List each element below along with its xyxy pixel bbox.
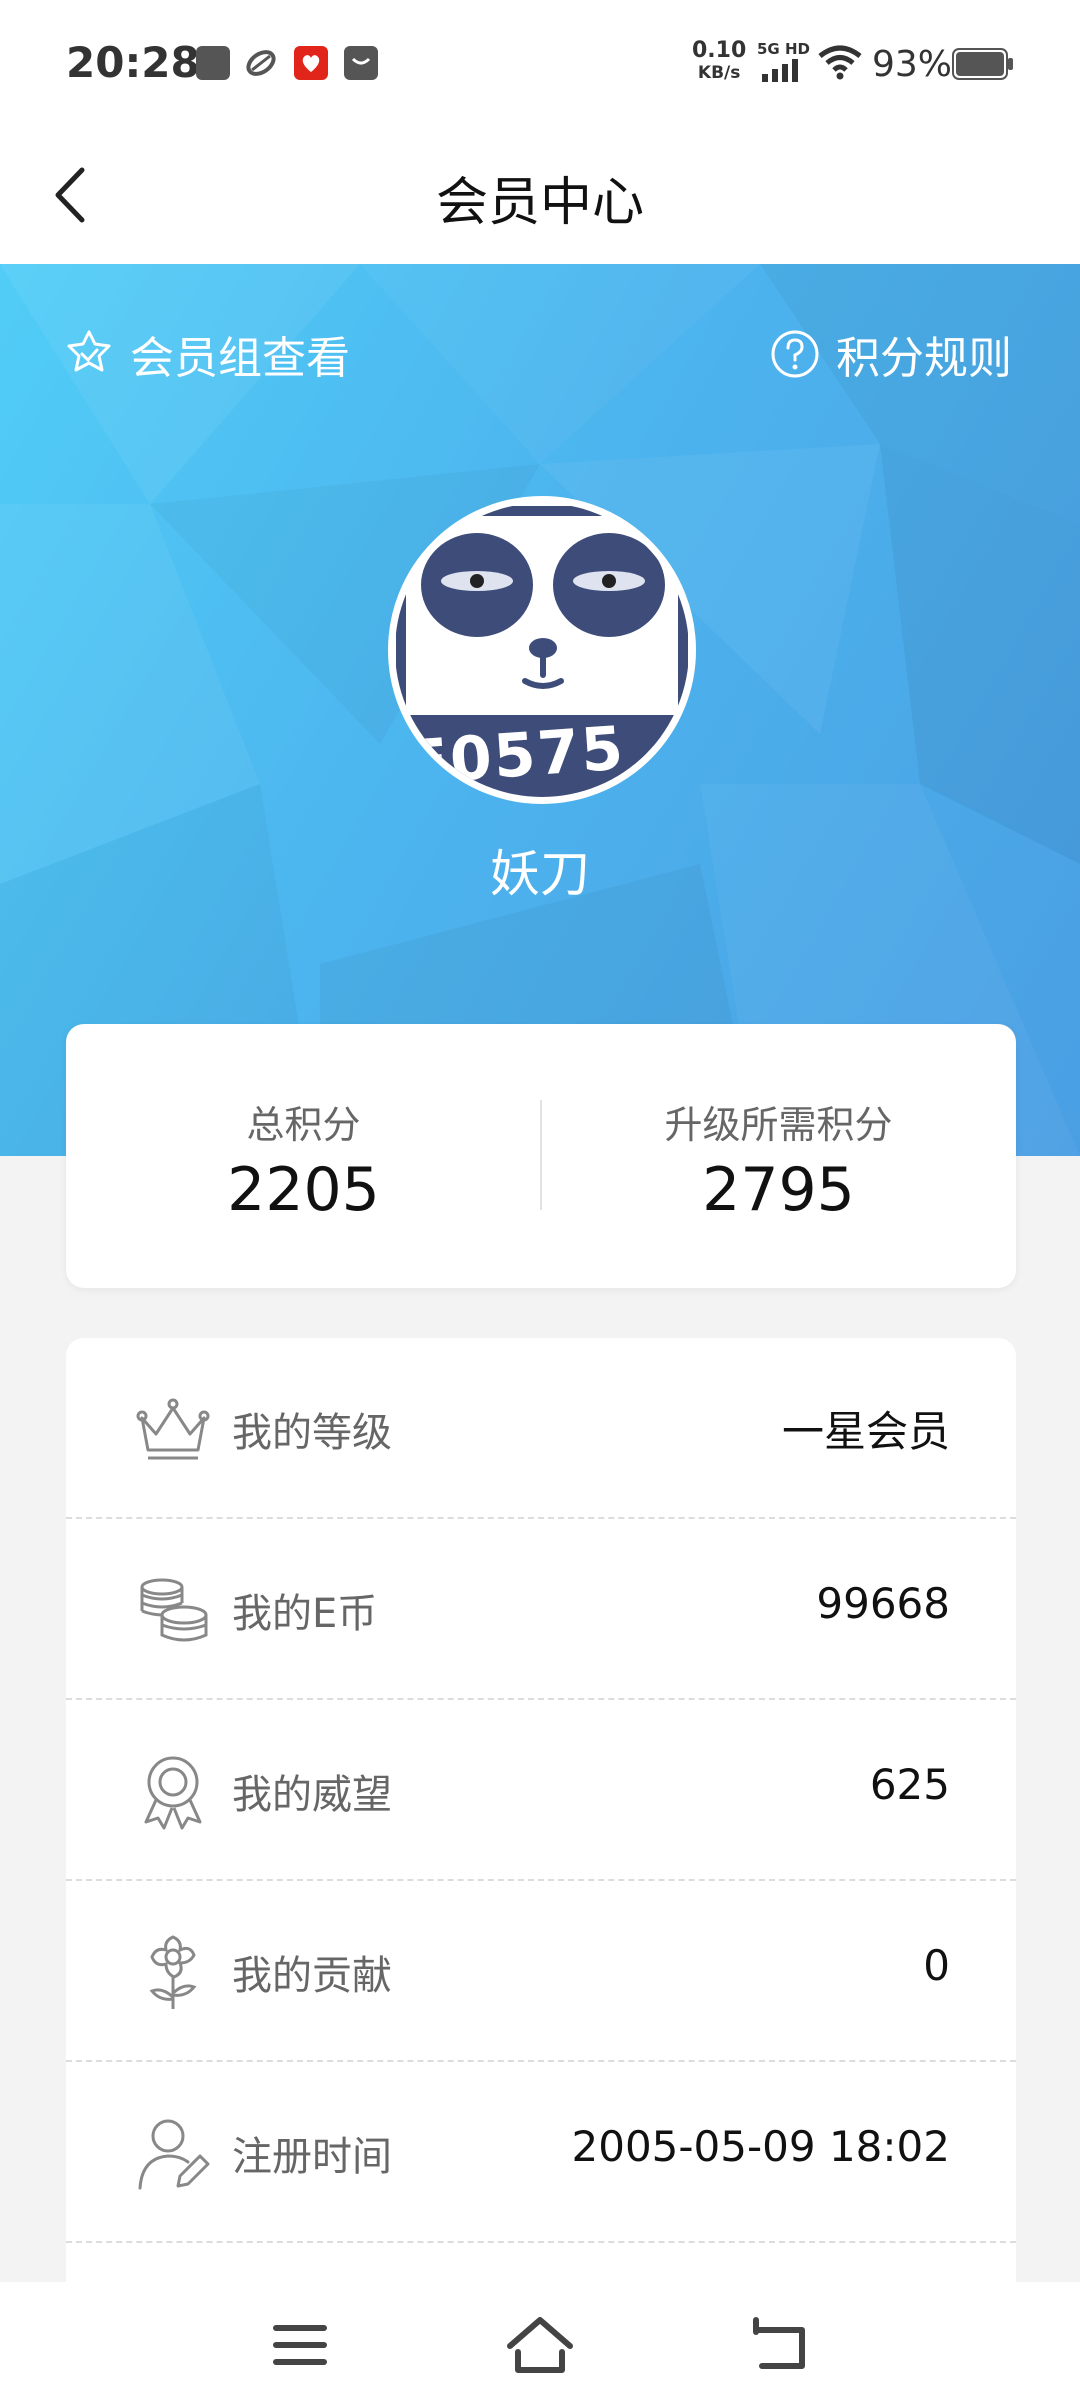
points-summary-card: 总积分 2205 升级所需积分 2795 [66, 1024, 1016, 1288]
total-points-value: 2205 [227, 1155, 380, 1225]
username: 妖刀 [490, 845, 590, 903]
back-nav-button[interactable] [740, 2310, 820, 2380]
status-time: 20:28 [66, 38, 200, 87]
info-row-ecoin: 我的E币 99668 [66, 1519, 1016, 1700]
member-info-list: 我的等级 一星会员 我的E币 99668 我的威望 625 我的贡献 0 注册时… [66, 1338, 1016, 2338]
member-hero: 会员组查看 积分规则 E0575 妖刀 [0, 264, 1080, 1156]
info-label-contribution: 我的贡献 [232, 1953, 392, 1999]
avatar[interactable]: E0575 [388, 496, 696, 804]
crown-icon [136, 1398, 210, 1460]
info-label-register-time: 注册时间 [232, 2134, 392, 2180]
upgrade-points-label: 升级所需积分 [664, 1103, 893, 1147]
upgrade-points-value: 2795 [702, 1155, 855, 1225]
points-rules-label: 积分规则 [836, 333, 1012, 384]
net-speed-value: 0.10 [692, 38, 747, 63]
back-icon [753, 2317, 805, 2369]
total-points-label: 总积分 [246, 1103, 361, 1147]
view-member-groups-link[interactable]: 会员组查看 [62, 324, 350, 384]
view-member-groups-label: 会员组查看 [130, 333, 350, 384]
info-value-contribution: 0 [923, 1941, 950, 1990]
network-label: 5G HD [757, 40, 810, 58]
info-label-prestige: 我的威望 [232, 1772, 392, 1818]
member-center-page: 20:28 0.10 KB/s 5G HD 93% 会员中心 会员组查看 积分规… [0, 0, 1080, 2408]
system-nav-bar [0, 2282, 1080, 2408]
home-icon [507, 2317, 573, 2373]
battery-percent: 93% [872, 44, 953, 85]
menu-button[interactable] [260, 2310, 340, 2380]
flower-icon [149, 1935, 197, 2009]
info-value-register-time: 2005-05-09 18:02 [571, 2122, 950, 2171]
menu-icon [273, 2325, 327, 2365]
net-speed-unit: KB/s [697, 63, 741, 83]
wifi-icon [818, 45, 862, 80]
heart-app-icon [294, 46, 328, 80]
info-row-prestige: 我的威望 625 [66, 1700, 1016, 1881]
page-title: 会员中心 [435, 173, 644, 233]
star-badge-icon [67, 330, 111, 372]
question-circle-icon [771, 330, 819, 378]
info-row-level: 我的等级 一星会员 [66, 1338, 1016, 1519]
total-points: 总积分 2205 [66, 1094, 541, 1225]
link-app-icon [244, 46, 278, 80]
home-button[interactable] [500, 2310, 580, 2380]
points-rules-link[interactable]: 积分规则 [768, 324, 1012, 384]
net-speed: 0.10 KB/s [692, 40, 746, 84]
info-row-contribution: 我的贡献 0 [66, 1881, 1016, 2062]
info-label-level: 我的等级 [232, 1410, 392, 1456]
notification-square-icon [196, 46, 230, 80]
message-app-icon [344, 46, 378, 80]
info-row-register-time: 注册时间 2005-05-09 18:02 [66, 2062, 1016, 2243]
coins-icon [140, 1578, 208, 1642]
battery-icon [952, 48, 1013, 80]
signal-icon [762, 59, 798, 82]
info-label-ecoin: 我的E币 [232, 1591, 378, 1637]
status-bar: 20:28 0.10 KB/s 5G HD 93% [0, 0, 1080, 130]
info-value-prestige: 625 [869, 1760, 950, 1809]
nav-bar: 会员中心 [0, 130, 1080, 264]
medal-icon [144, 1756, 202, 1830]
info-value-ecoin: 99668 [816, 1579, 950, 1628]
user-edit-icon [138, 2119, 210, 2190]
upgrade-points: 升级所需积分 2795 [541, 1094, 1016, 1225]
info-value-level: 一星会员 [781, 1407, 950, 1456]
